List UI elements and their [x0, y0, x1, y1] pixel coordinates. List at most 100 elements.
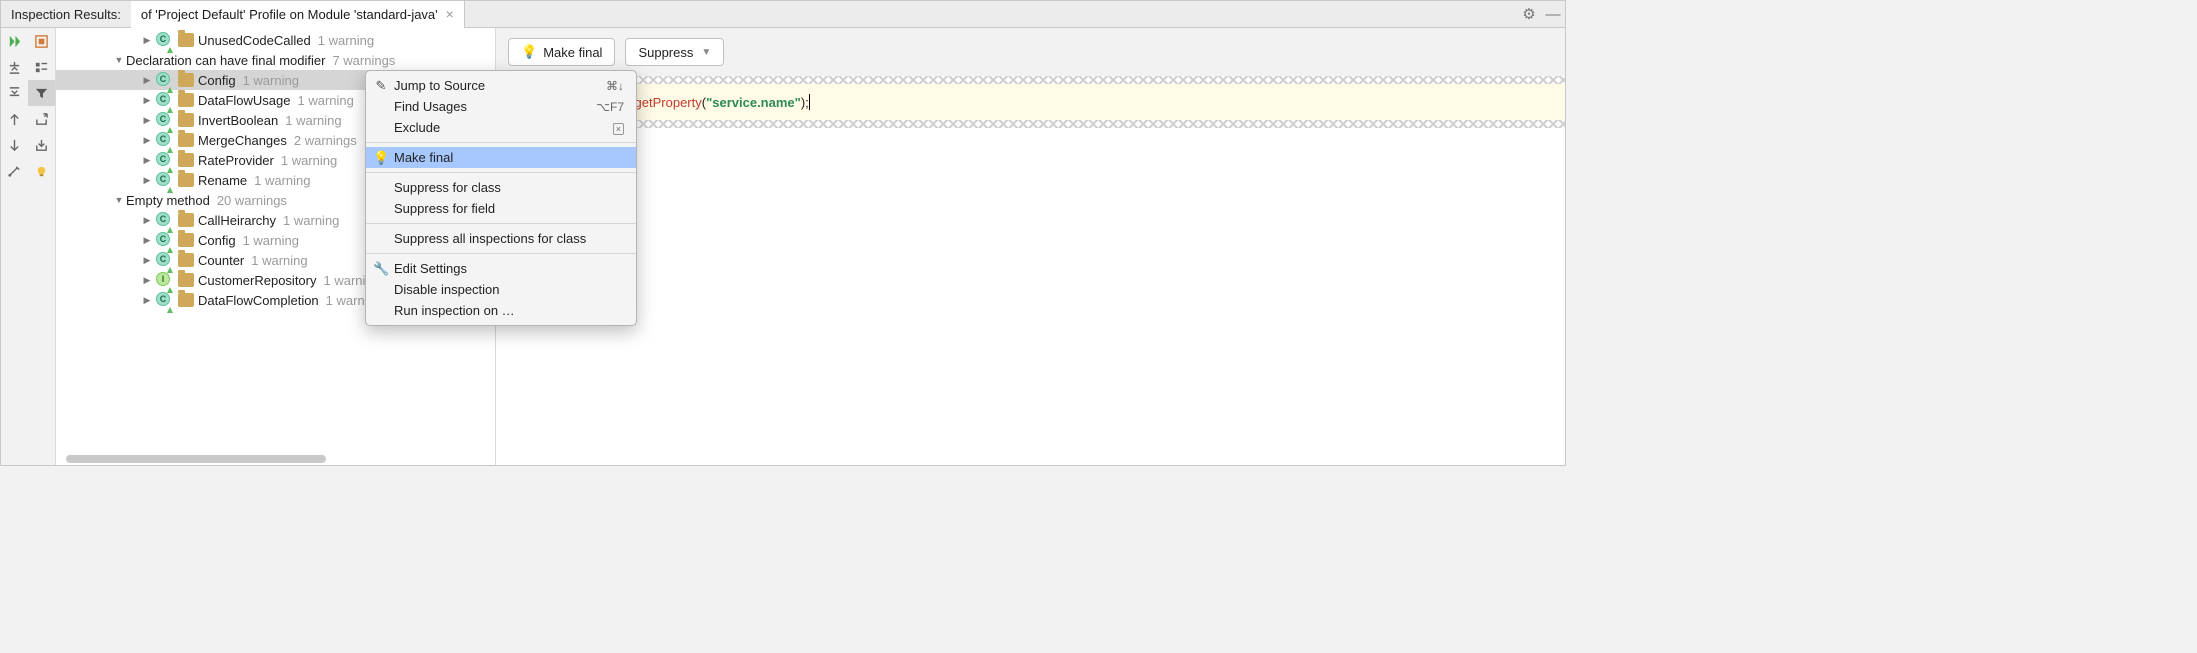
- bulb-icon[interactable]: [28, 158, 55, 184]
- export-icon[interactable]: [28, 106, 55, 132]
- chevron-right-icon[interactable]: [140, 175, 154, 186]
- node-meta: 1 warning: [285, 113, 341, 128]
- node-label: Rename: [198, 173, 247, 188]
- menu-find-usages[interactable]: Find Usages ⌥F7: [366, 96, 636, 117]
- bulb-icon: 💡: [521, 44, 537, 60]
- menu-jump-to-source[interactable]: ✎ Jump to Source ⌘↓: [366, 75, 636, 96]
- chevron-right-icon[interactable]: [140, 295, 154, 306]
- menu-suppress-class[interactable]: Suppress for class: [366, 177, 636, 198]
- folder-icon: [178, 33, 194, 47]
- group-by-icon[interactable]: [28, 54, 55, 80]
- fold-edge-top: [496, 76, 1565, 84]
- button-label: Make final: [543, 45, 602, 60]
- chevron-down-icon[interactable]: [112, 195, 126, 205]
- chevron-right-icon[interactable]: [140, 75, 154, 86]
- chevron-down-icon: ▼: [701, 47, 711, 58]
- chevron-right-icon[interactable]: [140, 255, 154, 266]
- class-icon: C: [156, 132, 172, 148]
- next-icon[interactable]: [1, 132, 28, 158]
- node-label: Config: [198, 233, 236, 248]
- class-icon: C: [156, 72, 172, 88]
- interface-icon: I: [156, 272, 172, 288]
- node-label: Empty method: [126, 193, 210, 208]
- menu-suppress-all[interactable]: Suppress all inspections for class: [366, 228, 636, 249]
- preview-pane: 💡 Make final Suppress ▼ g name = environ…: [496, 28, 1565, 465]
- node-meta: 1 warning: [283, 213, 339, 228]
- node-meta: 1 warning: [243, 73, 299, 88]
- close-results-icon[interactable]: [28, 28, 55, 54]
- horizontal-scrollbar[interactable]: [66, 455, 326, 463]
- node-label: DataFlowCompletion: [198, 293, 319, 308]
- caret: [809, 94, 810, 110]
- node-label: Counter: [198, 253, 244, 268]
- menu-exclude[interactable]: Exclude: [366, 117, 636, 138]
- prev-icon[interactable]: [1, 106, 28, 132]
- class-icon: C: [156, 92, 172, 108]
- make-final-button[interactable]: 💡 Make final: [508, 38, 615, 66]
- node-meta: 2 warnings: [294, 133, 357, 148]
- minimize-icon[interactable]: —: [1541, 6, 1565, 23]
- class-icon: C: [156, 172, 172, 188]
- code-preview: g name = environment . getProperty ( "se…: [496, 76, 1565, 465]
- node-meta: 1 warning: [243, 233, 299, 248]
- menu-separator: [366, 253, 636, 254]
- wrench-icon: 🔧: [373, 261, 389, 277]
- menu-make-final[interactable]: 💡 Make final: [366, 147, 636, 168]
- node-label: MergeChanges: [198, 133, 287, 148]
- suppress-button[interactable]: Suppress ▼: [625, 38, 724, 66]
- node-label: CallHeirarchy: [198, 213, 276, 228]
- menu-disable-inspection[interactable]: Disable inspection: [366, 279, 636, 300]
- tree-row[interactable]: CUnusedCodeCalled1 warning: [56, 30, 495, 50]
- node-meta: 1 warning: [281, 153, 337, 168]
- chevron-right-icon[interactable]: [140, 115, 154, 126]
- menu-separator: [366, 172, 636, 173]
- filter-icon[interactable]: [28, 80, 55, 106]
- bulb-icon: 💡: [373, 150, 389, 166]
- node-label: CustomerRepository: [198, 273, 317, 288]
- node-label: Config: [198, 73, 236, 88]
- titlebar: Inspection Results: of 'Project Default'…: [1, 1, 1565, 28]
- menu-separator: [366, 142, 636, 143]
- chevron-right-icon[interactable]: [140, 235, 154, 246]
- node-meta: 1 warning: [251, 253, 307, 268]
- delete-key-icon: [613, 121, 624, 135]
- node-meta: 1 warning: [318, 33, 374, 48]
- folder-icon: [178, 233, 194, 247]
- node-label: DataFlowUsage: [198, 93, 291, 108]
- folder-icon: [178, 213, 194, 227]
- class-icon: C: [156, 212, 172, 228]
- fold-edge-bottom: [496, 120, 1565, 128]
- gear-icon[interactable]: ⚙: [1517, 5, 1541, 23]
- close-icon[interactable]: ×: [446, 6, 454, 22]
- titlebar-label: Inspection Results:: [1, 7, 131, 22]
- node-meta: 1 warning: [298, 93, 354, 108]
- menu-run-inspection[interactable]: Run inspection on …: [366, 300, 636, 321]
- chevron-right-icon[interactable]: [140, 95, 154, 106]
- chevron-right-icon[interactable]: [140, 275, 154, 286]
- class-icon: C: [156, 152, 172, 168]
- folder-icon: [178, 293, 194, 307]
- chevron-right-icon[interactable]: [140, 155, 154, 166]
- collapse-all-icon[interactable]: [1, 80, 28, 106]
- rerun-icon[interactable]: [1, 28, 28, 54]
- import-icon[interactable]: [28, 132, 55, 158]
- chevron-right-icon[interactable]: [140, 35, 154, 46]
- node-meta: 20 warnings: [217, 193, 287, 208]
- chevron-right-icon[interactable]: [140, 135, 154, 146]
- folder-icon: [178, 73, 194, 87]
- results-tab[interactable]: of 'Project Default' Profile on Module '…: [131, 1, 465, 28]
- tree-row[interactable]: Declaration can have final modifier7 war…: [56, 50, 495, 70]
- code-line[interactable]: g name = environment . getProperty ( "se…: [496, 84, 1565, 120]
- menu-suppress-field[interactable]: Suppress for field: [366, 198, 636, 219]
- settings-icon[interactable]: [1, 158, 28, 184]
- menu-edit-settings[interactable]: 🔧 Edit Settings: [366, 258, 636, 279]
- folder-icon: [178, 113, 194, 127]
- chevron-right-icon[interactable]: [140, 215, 154, 226]
- chevron-down-icon[interactable]: [112, 55, 126, 65]
- action-bar: 💡 Make final Suppress ▼: [496, 28, 1565, 76]
- tab-label: of 'Project Default' Profile on Module '…: [141, 7, 438, 22]
- menu-separator: [366, 223, 636, 224]
- expand-all-icon[interactable]: [1, 54, 28, 80]
- node-label: InvertBoolean: [198, 113, 278, 128]
- node-label: RateProvider: [198, 153, 274, 168]
